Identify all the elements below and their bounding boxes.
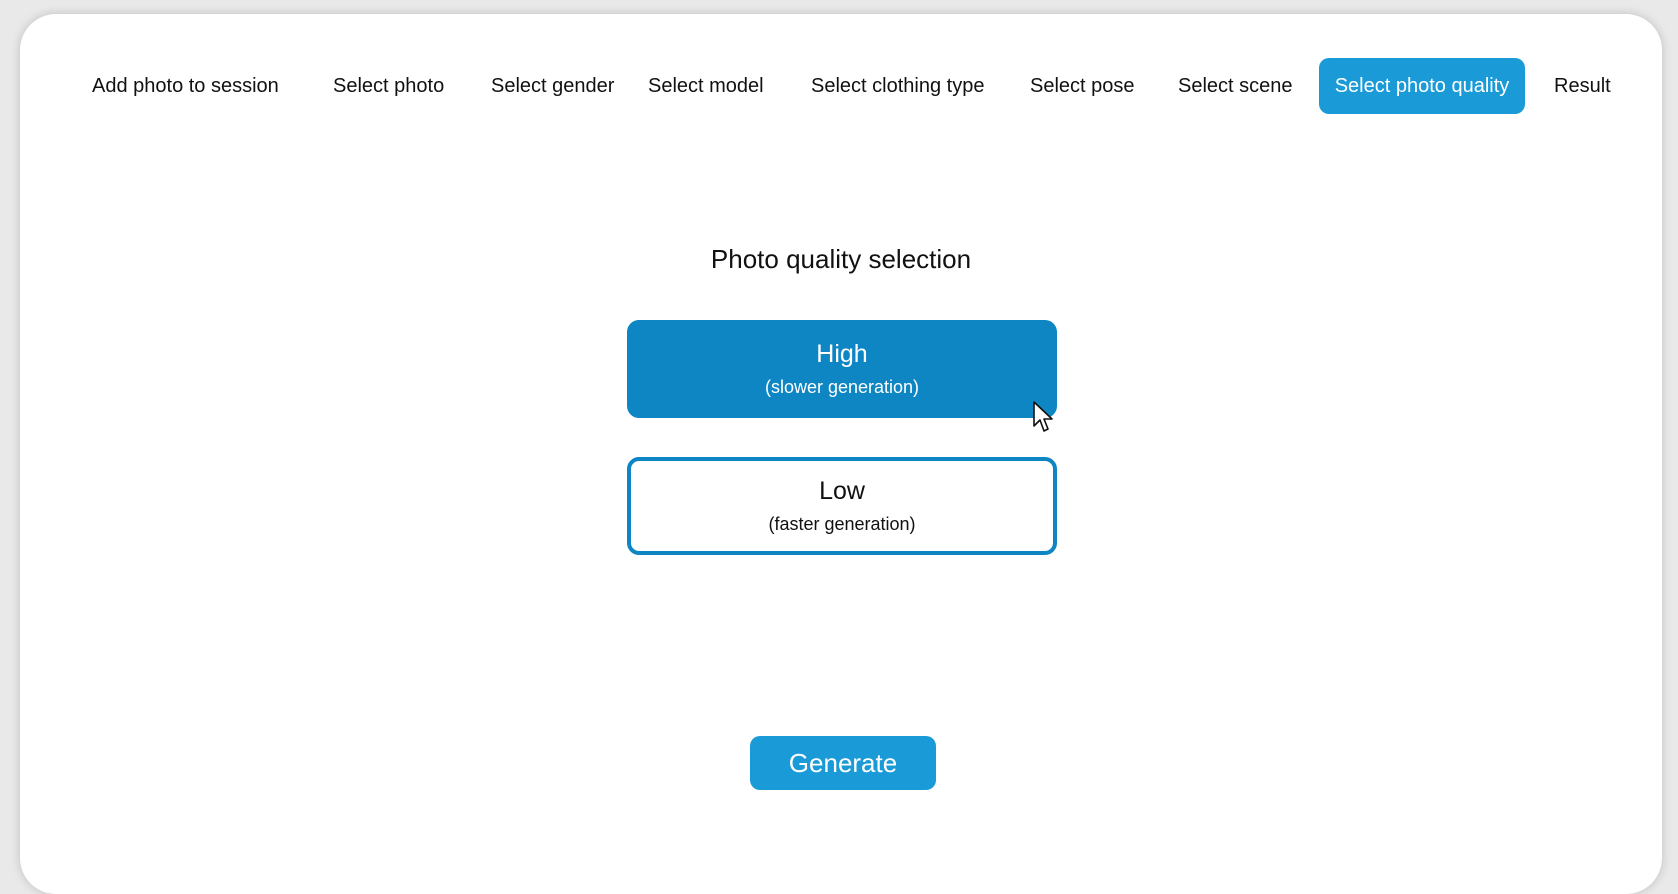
option-description: (faster generation): [768, 514, 916, 534]
option-label: Low: [819, 477, 865, 505]
step-select-clothing-type[interactable]: Select clothing type: [797, 58, 998, 114]
step-navigation: Add photo to session Select photo Select…: [20, 58, 1662, 114]
step-select-pose[interactable]: Select pose: [1016, 58, 1149, 114]
quality-option-low[interactable]: Low (faster generation): [627, 457, 1057, 555]
step-select-photo[interactable]: Select photo: [319, 58, 458, 114]
step-select-photo-quality[interactable]: Select photo quality: [1319, 58, 1525, 114]
step-select-gender[interactable]: Select gender: [477, 58, 628, 114]
step-select-scene[interactable]: Select scene: [1164, 58, 1307, 114]
step-add-photo-to-session[interactable]: Add photo to session: [78, 58, 293, 114]
step-select-model[interactable]: Select model: [634, 58, 778, 114]
app-window: Add photo to session Select photo Select…: [20, 14, 1662, 894]
option-description: (slower generation): [764, 377, 920, 397]
option-label: High: [816, 340, 868, 368]
step-result[interactable]: Result: [1540, 58, 1625, 114]
generate-button[interactable]: Generate: [750, 736, 936, 790]
page-title: Photo quality selection: [710, 244, 972, 274]
mouse-pointer-icon: [1033, 401, 1053, 432]
quality-option-high[interactable]: High (slower generation): [627, 320, 1057, 418]
